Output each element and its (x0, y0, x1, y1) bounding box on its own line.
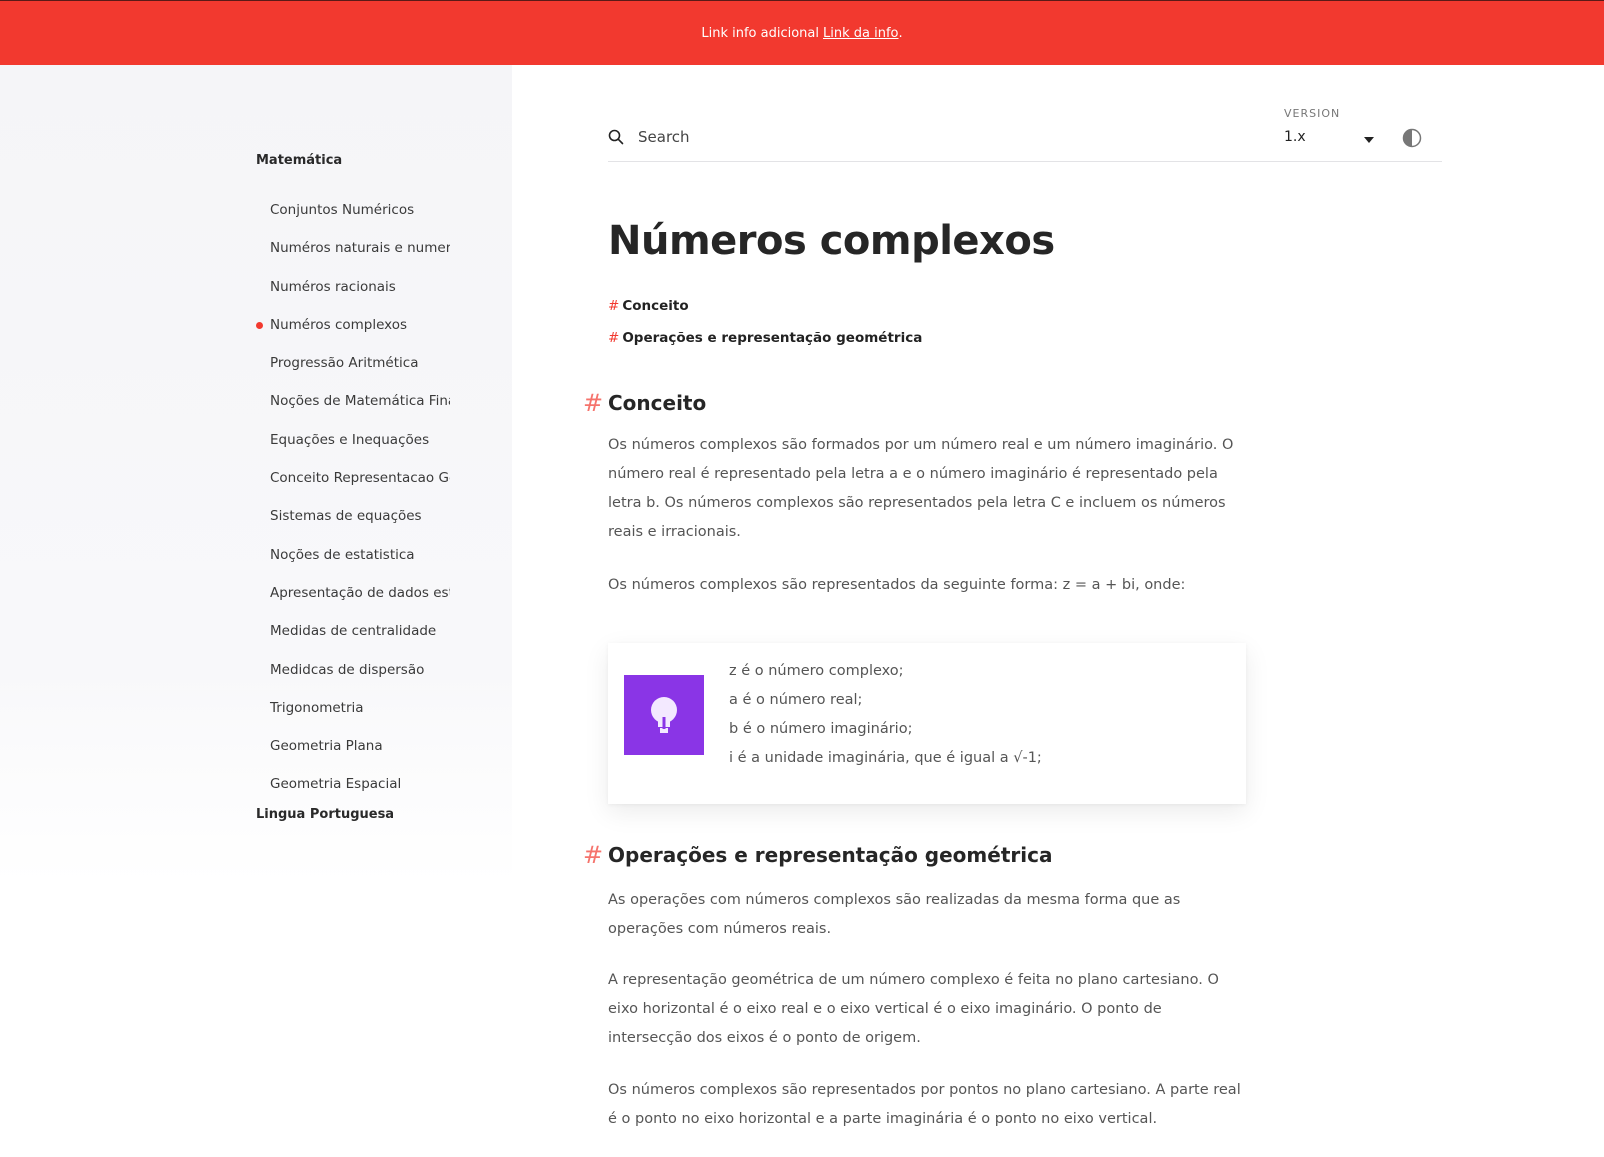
sidebar-item-label: Numéros racionais (270, 278, 396, 295)
sidebar-group-lingua-portuguesa[interactable]: Lingua Portuguesa (256, 807, 394, 822)
callout-line: i é a unidade imaginária, que é igual a … (729, 750, 1042, 766)
sidebar-item-label: Noções de estatistica (270, 546, 415, 563)
sidebar-item-label: Noções de Matemática Financeira (270, 393, 450, 410)
sidebar-item[interactable]: Medidas de centralidade (256, 622, 450, 660)
toc-label: Operações e representação geométrica (622, 330, 923, 346)
sidebar-item[interactable]: Equações e Inequações (256, 431, 450, 469)
sidebar-item[interactable]: Numéros naturais e numeros inteiros (256, 239, 450, 277)
sidebar-item[interactable]: Geometria Plana (256, 737, 450, 775)
sidebar-item-label: Medidas de centralidade (270, 623, 437, 640)
banner-text: Link info adicional (701, 25, 819, 41)
sidebar-item[interactable]: Noções de estatistica (256, 546, 450, 584)
active-indicator-dot (256, 321, 263, 329)
search-bar: VERSION 1.x (608, 105, 1442, 162)
caret-down-icon (1364, 137, 1374, 143)
sidebar-item-label: Trigonometria (270, 699, 364, 716)
sidebar: Matemática Conjuntos Numéricos Numéros n… (0, 65, 512, 1157)
paragraph: Os números complexos são formados por um… (608, 437, 1234, 540)
toc-item[interactable]: # Operações e representação geométrica (608, 330, 922, 362)
paragraph: A representação geométrica de um número … (608, 972, 1219, 1046)
search-input[interactable] (636, 125, 1196, 149)
sidebar-item-label: Apresentação de dados estatisticos (270, 584, 450, 601)
callout-list: z é o número complexo; a é o número real… (729, 657, 1042, 773)
section-heading-operacoes: # Operações e representação geométrica (583, 841, 1053, 869)
callout-line: z é o número complexo; (729, 663, 904, 679)
contrast-icon[interactable] (1402, 128, 1422, 148)
sidebar-item-label: Medidcas de dispersão (270, 661, 425, 678)
banner-suffix: . (898, 25, 903, 41)
sidebar-item-label: Numéros naturais e numeros inteiros (270, 240, 450, 257)
sidebar-item-label: Progressão Aritmética (270, 355, 419, 372)
sidebar-item[interactable]: Medidcas de dispersão (256, 661, 450, 699)
callout-line: b é o número imaginário; (729, 721, 913, 737)
sidebar-item[interactable]: Progressão Aritmética (256, 354, 450, 392)
version-select[interactable]: 1.x (1284, 129, 1374, 153)
sidebar-item-label: Numéros complexos (270, 316, 408, 333)
section-heading-text: Conceito (608, 391, 707, 415)
paragraph: Os números complexos são representados d… (608, 577, 1186, 593)
sidebar-item[interactable]: Apresentação de dados estatisticos (256, 584, 450, 622)
announcement-banner: Link info adicional Link da info . (0, 0, 1604, 65)
sidebar-item[interactable]: Numéros racionais (256, 278, 450, 316)
table-of-contents: # Conceito # Operações e representação geo… (608, 298, 922, 362)
sidebar-item[interactable]: Conceito Representacao Geometrica (256, 469, 450, 507)
sidebar-item-label: Geometria Espacial (270, 776, 402, 793)
sidebar-item[interactable]: Noções de Matemática Financeira (256, 392, 450, 430)
sidebar-item-label: Conjuntos Numéricos (270, 202, 415, 218)
version-label: VERSION (1284, 107, 1341, 120)
lightbulb-icon (624, 675, 704, 755)
banner-link[interactable]: Link da info (823, 26, 899, 41)
callout-line: a é o número real; (729, 692, 863, 708)
section-heading-text: Operações e representação geométrica (608, 843, 1053, 867)
tip-callout: z é o número complexo; a é o número real… (608, 643, 1246, 804)
sidebar-item-label: Sistemas de equações (270, 508, 422, 525)
paragraph: Os números complexos são representados p… (608, 1082, 1241, 1127)
page-title: Números complexos (608, 218, 1055, 264)
paragraph: As operações com números complexos são r… (608, 892, 1181, 937)
sidebar-item-label: Geometria Plana (270, 738, 383, 755)
sidebar-group-matematica[interactable]: Matemática (256, 153, 342, 168)
sidebar-item[interactable]: Sistemas de equações (256, 507, 450, 545)
version-value: 1.x (1284, 129, 1306, 145)
search-icon (608, 129, 624, 145)
heading-anchor[interactable]: # (583, 389, 603, 417)
heading-anchor[interactable]: # (583, 841, 603, 869)
toc-hash: # (608, 298, 620, 314)
toc-item[interactable]: # Conceito (608, 298, 922, 330)
sidebar-item-label: Conceito Representacao Geometrica (270, 470, 450, 487)
toc-label: Conceito (622, 298, 689, 314)
sidebar-item-active[interactable]: Numéros complexos (256, 316, 450, 354)
sidebar-item[interactable]: Trigonometria (256, 699, 450, 737)
toc-hash: # (608, 330, 620, 346)
section-heading-conceito: # Conceito (583, 389, 707, 417)
sidebar-item[interactable]: Conjuntos Numéricos (256, 201, 450, 239)
sidebar-item-label: Equações e Inequações (270, 431, 430, 448)
sidebar-list: Conjuntos Numéricos Numéros naturais e n… (256, 201, 450, 814)
